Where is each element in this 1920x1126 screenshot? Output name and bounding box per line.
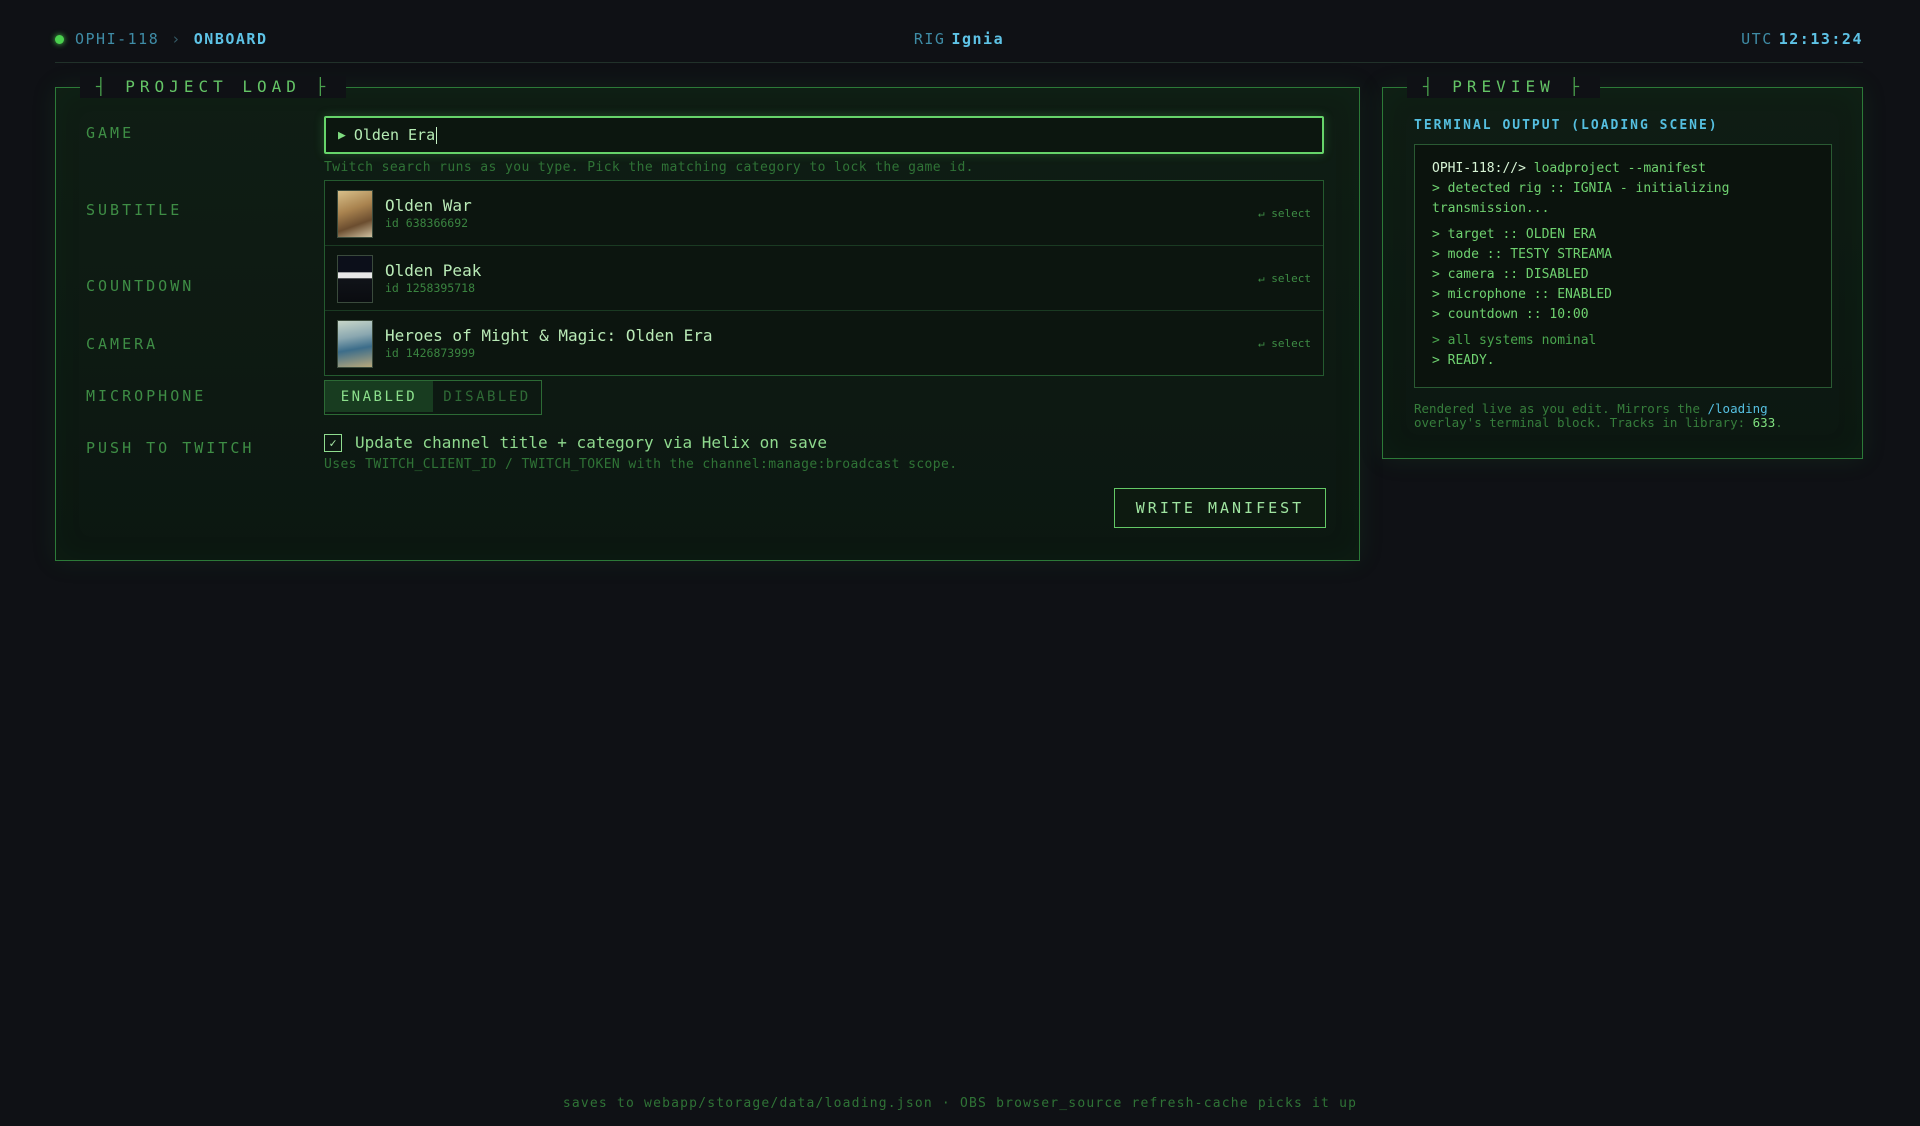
preview-note-middle: overlay's terminal block. Tracks in libr…: [1414, 415, 1753, 430]
search-result-id: id 1426873999: [385, 346, 476, 360]
terminal-line: > all systems nominal: [1432, 333, 1597, 348]
microphone-disabled-option[interactable]: DISABLED: [433, 381, 541, 412]
rig-indicator: RIG Ignia: [55, 30, 1863, 48]
terminal-line: > microphone :: ENABLED: [1432, 287, 1613, 302]
search-result-item[interactable]: Olden War id 638366692 ↵ select: [325, 181, 1323, 246]
preview-note-prefix: Rendered live as you edit. Mirrors the: [1414, 401, 1708, 416]
loading-overlay-link[interactable]: /loading: [1708, 401, 1768, 416]
utc-label: UTC: [1741, 30, 1773, 48]
game-label: GAME: [86, 124, 135, 142]
countdown-label: COUNTDOWN: [86, 277, 195, 295]
footer-note: saves to webapp/storage/data/loading.jso…: [562, 1096, 1358, 1111]
game-cover-thumbnail: [337, 190, 373, 238]
select-hint[interactable]: ↵ select: [1258, 207, 1311, 220]
camera-label: CAMERA: [86, 335, 159, 353]
legend-left-bracket: ┤: [96, 77, 111, 96]
terminal-command-line: OPHI-118://> loadproject --manifest: [1432, 159, 1814, 179]
terminal-line: > camera :: DISABLED: [1432, 267, 1589, 282]
game-search-value: Olden Era: [353, 126, 436, 144]
push-to-twitch-text[interactable]: Update channel title + category via Heli…: [355, 433, 827, 452]
terminal-command: loadproject --manifest: [1525, 161, 1706, 176]
search-result-name: Heroes of Might & Magic: Olden Era: [385, 326, 713, 345]
terminal-prompt: OPHI-118://>: [1432, 161, 1526, 176]
microphone-enabled-option[interactable]: ENABLED: [325, 381, 433, 412]
utc-time: 12:13:24: [1778, 30, 1863, 48]
game-search-results: Olden War id 638366692 ↵ select Olden Pe…: [324, 180, 1324, 376]
search-result-id: id 1258395718: [385, 281, 476, 295]
terminal-line: > mode :: TESTY STREAMA: [1432, 247, 1613, 262]
legend-left-bracket: ┤: [1423, 77, 1438, 96]
project-load-title: PROJECT LOAD: [125, 77, 301, 96]
preview-note-suffix: .: [1775, 415, 1783, 430]
select-hint[interactable]: ↵ select: [1258, 272, 1311, 285]
terminal-line: > target :: OLDEN ERA: [1432, 227, 1597, 242]
search-result-id: id 638366692: [385, 216, 469, 230]
search-hint: Twitch search runs as you type. Pick the…: [324, 160, 974, 175]
rig-label: RIG: [913, 30, 946, 48]
text-caret: [436, 126, 438, 144]
microphone-label: MICROPHONE: [86, 387, 207, 405]
push-to-twitch-hint: Uses TWITCH_CLIENT_ID / TWITCH_TOKEN wit…: [324, 457, 958, 472]
search-result-name: Olden Peak: [385, 261, 482, 280]
legend-right-bracket: ├: [1569, 77, 1584, 96]
push-to-twitch-label: PUSH TO TWITCH: [86, 439, 255, 457]
rig-name: Ignia: [951, 30, 1005, 48]
preview-title: PREVIEW: [1452, 77, 1555, 96]
game-cover-thumbnail: [337, 255, 373, 303]
subtitle-label: SUBTITLE: [86, 201, 183, 219]
terminal-line: > detected rig :: IGNIA - initializing t…: [1432, 181, 1738, 216]
project-load-legend: ┤ PROJECT LOAD ├: [80, 76, 347, 98]
search-result-name: Olden War: [385, 196, 472, 215]
push-to-twitch-row: ✓ Update channel title + category via He…: [324, 433, 827, 452]
search-result-item[interactable]: Heroes of Might & Magic: Olden Era id 14…: [325, 311, 1323, 376]
microphone-toggle: ENABLED DISABLED: [324, 380, 542, 415]
write-manifest-button[interactable]: WRITE MANIFEST: [1114, 488, 1326, 528]
terminal-output-heading: TERMINAL OUTPUT (LOADING SCENE): [1414, 118, 1719, 133]
preview-legend: ┤ PREVIEW ├: [1407, 76, 1600, 98]
preview-panel: ┤ PREVIEW ├ TERMINAL OUTPUT (LOADING SCE…: [1382, 76, 1863, 459]
legend-right-bracket: ├: [315, 77, 331, 96]
search-result-item[interactable]: Olden Peak id 1258395718 ↵ select: [325, 246, 1323, 311]
game-cover-thumbnail: [337, 320, 373, 368]
utc-clock: UTC 12:13:24: [1741, 30, 1863, 48]
prompt-arrow-icon: ▶: [338, 127, 346, 143]
terminal-line: > READY.: [1432, 353, 1495, 368]
top-bar: OPHI-118 › ONBOARD RIG Ignia UTC 12:13:24: [55, 0, 1863, 63]
terminal-output: OPHI-118://> loadproject --manifest > de…: [1414, 144, 1832, 388]
track-count: 633: [1752, 415, 1776, 430]
terminal-line: > countdown :: 10:00: [1432, 307, 1589, 322]
project-load-panel: ┤ PROJECT LOAD ├ GAME SUBTITLE COUNTDOWN…: [55, 76, 1360, 561]
game-search-input[interactable]: ▶ Olden Era: [324, 116, 1324, 154]
select-hint[interactable]: ↵ select: [1258, 337, 1311, 350]
push-to-twitch-checkbox[interactable]: ✓: [324, 433, 342, 452]
preview-note: Rendered live as you edit. Mirrors the /…: [1414, 402, 1834, 430]
